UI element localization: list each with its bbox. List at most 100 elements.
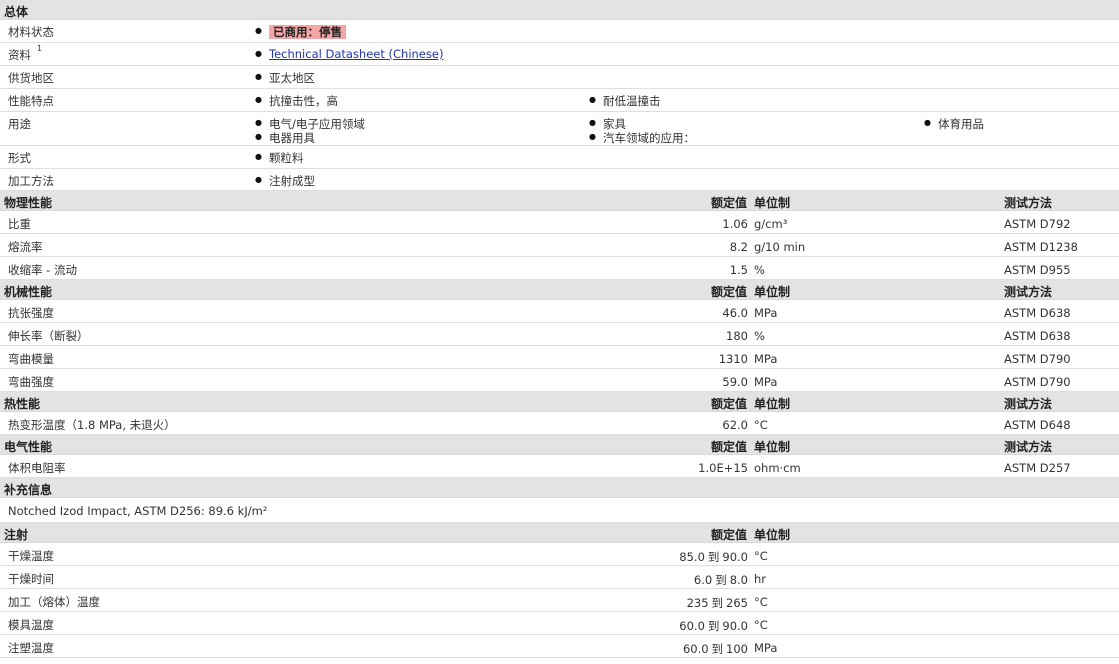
row-material-status: 材料状态 已商用：停售 xyxy=(0,20,1119,43)
row-label: 性能特点 xyxy=(8,94,54,108)
col-nominal-header: 额定值 xyxy=(710,397,747,411)
property-value: 1.5 xyxy=(729,263,748,277)
section-mechanical-header: 机械性能 额定值 单位制 测试方法 xyxy=(0,280,1119,300)
property-unit: ohm·cm xyxy=(754,461,801,475)
row-form: 形式 颗粒料 xyxy=(0,146,1119,169)
property-name: 热变形温度（1.8 MPa, 未退火） xyxy=(8,418,176,432)
feature-item: 抗撞击性，高 xyxy=(255,93,338,109)
property-value: 1.06 xyxy=(722,217,748,231)
region-value: 亚太地区 xyxy=(255,70,315,86)
property-value: 180 xyxy=(726,329,748,343)
property-unit: g/10 min xyxy=(754,240,806,254)
process-value: 注射成型 xyxy=(255,173,315,189)
col-test-header: 测试方法 xyxy=(1004,285,1053,299)
property-range: 85.0 到 90.0 xyxy=(679,550,748,564)
property-value: 1310 xyxy=(718,352,748,366)
property-name: 干燥时间 xyxy=(8,572,54,586)
test-method: ASTM D638 xyxy=(1004,306,1071,320)
status-badge: 已商用：停售 xyxy=(255,24,346,40)
property-range: 60.0 到 100 xyxy=(682,642,748,656)
table-row: 弯曲强度 59.0 MPa ASTM D790 xyxy=(0,369,1119,392)
test-method: ASTM D638 xyxy=(1004,329,1071,343)
section-title: 补充信息 xyxy=(4,483,53,497)
datasheet-link[interactable]: Technical Datasheet (Chinese) xyxy=(269,47,443,61)
col-unit-header: 单位制 xyxy=(754,285,791,299)
table-row: 伸长率（断裂） 180 % ASTM D638 xyxy=(0,323,1119,346)
table-row: 熔流率 8.2 g/10 min ASTM D1238 xyxy=(0,234,1119,257)
col-unit-header: 单位制 xyxy=(754,196,791,210)
property-value: 8.2 xyxy=(729,240,748,254)
property-value: 46.0 xyxy=(722,306,748,320)
property-name: 模具温度 xyxy=(8,618,54,632)
datasheet-link-item: Technical Datasheet (Chinese) xyxy=(255,47,443,61)
property-name: 熔流率 xyxy=(8,240,43,254)
section-overview-header: 总体 xyxy=(0,0,1119,20)
property-range: 6.0 到 8.0 xyxy=(693,573,748,587)
footnote-marker: 1 xyxy=(37,44,43,53)
property-unit: MPa xyxy=(754,352,778,366)
section-title: 热性能 xyxy=(4,397,41,411)
test-method: ASTM D790 xyxy=(1004,375,1071,389)
property-unit: MPa xyxy=(754,641,778,655)
section-title: 机械性能 xyxy=(4,285,53,299)
col-unit-header: 单位制 xyxy=(754,397,791,411)
property-name: 弯曲强度 xyxy=(8,375,54,389)
property-name: 体积电阻率 xyxy=(8,461,66,475)
row-label: 材料状态 xyxy=(8,25,54,39)
test-method: ASTM D257 xyxy=(1004,461,1071,475)
test-method: ASTM D648 xyxy=(1004,418,1071,432)
table-row: 干燥时间 6.0 到 8.0 hr xyxy=(0,566,1119,589)
property-name: 比重 xyxy=(8,217,31,231)
table-row: 干燥温度 85.0 到 90.0 °C xyxy=(0,543,1119,566)
property-unit: hr xyxy=(754,572,767,586)
property-unit: °C xyxy=(754,418,768,432)
table-row: 抗张强度 46.0 MPa ASTM D638 xyxy=(0,300,1119,323)
row-uses: 用途 电气/电子应用领域 家具 体育用品 电器用具 汽车领域的应用： xyxy=(0,112,1119,146)
use-item: 体育用品 xyxy=(924,116,984,132)
section-title: 总体 xyxy=(4,5,29,19)
table-row: 比重 1.06 g/cm³ ASTM D792 xyxy=(0,211,1119,234)
section-physical-header: 物理性能 额定值 单位制 测试方法 xyxy=(0,191,1119,211)
use-item: 汽车领域的应用： xyxy=(589,130,695,146)
property-value: 62.0 xyxy=(722,418,748,432)
table-row: 注塑温度 60.0 到 100 MPa xyxy=(0,635,1119,658)
feature-item: 耐低温撞击 xyxy=(589,93,660,109)
col-nominal-header: 额定值 xyxy=(710,440,747,454)
table-row: 弯曲模量 1310 MPa ASTM D790 xyxy=(0,346,1119,369)
col-test-header: 测试方法 xyxy=(1004,440,1053,454)
property-unit: MPa xyxy=(754,375,778,389)
row-label: 加工方法 xyxy=(8,174,54,188)
row-label: 资料 xyxy=(8,48,31,62)
section-thermal-header: 热性能 额定值 单位制 测试方法 xyxy=(0,392,1119,412)
datasheet: 总体 材料状态 已商用：停售 资料 1 Technical Datasheet … xyxy=(0,0,1119,658)
col-unit-header: 单位制 xyxy=(754,440,791,454)
row-documents: 资料 1 Technical Datasheet (Chinese) xyxy=(0,43,1119,66)
section-title: 物理性能 xyxy=(4,196,53,210)
row-region: 供货地区 亚太地区 xyxy=(0,66,1119,89)
section-injection-header: 注射 额定值 单位制 xyxy=(0,523,1119,543)
table-row: 收缩率 - 流动 1.5 % ASTM D955 xyxy=(0,257,1119,280)
property-value: 1.0E+15 xyxy=(698,461,748,475)
property-unit: % xyxy=(754,329,765,343)
property-name: 注塑温度 xyxy=(8,641,54,655)
property-range: 60.0 到 90.0 xyxy=(679,619,748,633)
test-method: ASTM D1238 xyxy=(1004,240,1078,254)
property-name: 弯曲模量 xyxy=(8,352,54,366)
table-row: 热变形温度（1.8 MPa, 未退火） 62.0 °C ASTM D648 xyxy=(0,412,1119,435)
property-name: 伸长率（断裂） xyxy=(8,329,89,343)
table-row: 模具温度 60.0 到 90.0 °C xyxy=(0,612,1119,635)
property-unit: % xyxy=(754,263,765,277)
table-row: 加工（熔体）温度 235 到 265 °C xyxy=(0,589,1119,612)
section-title: 电气性能 xyxy=(4,440,53,454)
col-nominal-header: 额定值 xyxy=(710,196,747,210)
property-unit: °C xyxy=(754,595,768,609)
col-test-header: 测试方法 xyxy=(1004,397,1053,411)
use-item: 电器用具 xyxy=(255,130,315,146)
test-method: ASTM D792 xyxy=(1004,217,1071,231)
row-process: 加工方法 注射成型 xyxy=(0,169,1119,191)
row-label: 供货地区 xyxy=(8,71,54,85)
row-features: 性能特点 抗撞击性，高 耐低温撞击 xyxy=(0,89,1119,112)
section-supplement-header: 补充信息 xyxy=(0,478,1119,498)
property-value: 59.0 xyxy=(722,375,748,389)
property-name: 收缩率 - 流动 xyxy=(8,263,77,277)
